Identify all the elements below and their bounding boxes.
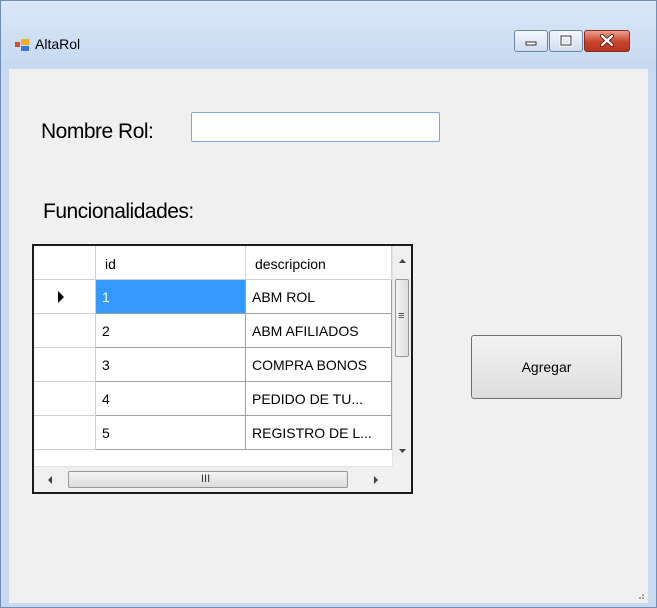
funcionalidades-grid[interactable]: id descripcion 1 ABM ROL 2 ABM AFILIADOS… [32,244,413,494]
column-header-id[interactable]: id [96,246,246,280]
agregar-button[interactable]: Agregar [471,335,622,399]
cell-id-text: 4 [102,391,110,407]
cell-descripcion[interactable]: PEDIDO DE TU... [246,382,392,416]
row-header-5[interactable] [34,416,96,450]
cell-id[interactable]: 5 [96,416,246,450]
column-header-descripcion[interactable]: descripcion [246,246,392,280]
maximize-button[interactable] [549,30,583,52]
scroll-thumb-grip-icon: ≡ [398,310,405,322]
funcionalidades-label: Funcionalidades: [43,200,194,223]
close-icon [600,34,614,47]
row-header-4[interactable] [34,382,96,416]
scrollbar-corner [392,466,411,492]
nombre-rol-input[interactable] [191,112,440,142]
cell-descripcion-text: PEDIDO DE TU... [252,391,363,407]
window-title: AltaRol [35,36,81,52]
column-header-id-label: id [105,256,116,272]
title-bar[interactable]: AltaRol [1,1,656,69]
vertical-scroll-thumb[interactable]: ≡ [395,279,409,357]
cell-descripcion-text: COMPRA BONOS [252,357,368,373]
scroll-up-arrow-icon[interactable] [393,254,412,268]
close-button[interactable] [584,30,630,52]
current-row-arrow-icon [58,291,64,303]
app-form-icon [15,39,29,51]
horizontal-scroll-thumb[interactable]: III [68,471,348,488]
cell-id[interactable]: 4 [96,382,246,416]
column-header-descripcion-label: descripcion [255,256,326,272]
cell-descripcion-text: ABM AFILIADOS [252,323,359,339]
row-header-2[interactable] [34,314,96,348]
scroll-left-arrow-icon[interactable] [42,467,58,493]
scroll-right-arrow-icon[interactable] [368,467,384,493]
maximize-icon [559,34,573,47]
cell-id-text: 5 [102,425,110,441]
cell-descripcion-text: REGISTRO DE L... [252,425,372,441]
grid-corner-header [34,246,96,280]
cell-descripcion[interactable]: REGISTRO DE L... [246,416,392,450]
altarol-window: AltaRol Nombre Rol: Funcionalidades: id … [0,0,657,608]
vertical-scrollbar[interactable]: ≡ [392,246,412,466]
horizontal-scrollbar[interactable]: III [34,466,392,493]
minimize-button[interactable] [514,30,548,52]
cell-descripcion[interactable]: ABM AFILIADOS [246,314,392,348]
cell-descripcion[interactable]: ABM ROL [246,280,392,314]
cell-id[interactable]: 3 [96,348,246,382]
scroll-down-arrow-icon[interactable] [393,444,412,458]
row-header-3[interactable] [34,348,96,382]
cell-id-text: 1 [102,289,110,305]
form-client-area: Nombre Rol: Funcionalidades: id descripc… [9,69,648,603]
scroll-thumb-grip-icon: III [201,473,211,485]
cell-id-text: 2 [102,323,110,339]
row-header-1[interactable] [34,280,96,314]
cell-id-text: 3 [102,357,110,373]
nombre-rol-label: Nombre Rol: [41,120,154,143]
cell-id[interactable]: 2 [96,314,246,348]
cell-id[interactable]: 1 [96,280,246,314]
cell-descripcion-text: ABM ROL [252,289,316,305]
resize-grip-icon[interactable] [635,590,645,600]
minimize-icon [525,41,537,46]
cell-descripcion[interactable]: COMPRA BONOS [246,348,392,382]
